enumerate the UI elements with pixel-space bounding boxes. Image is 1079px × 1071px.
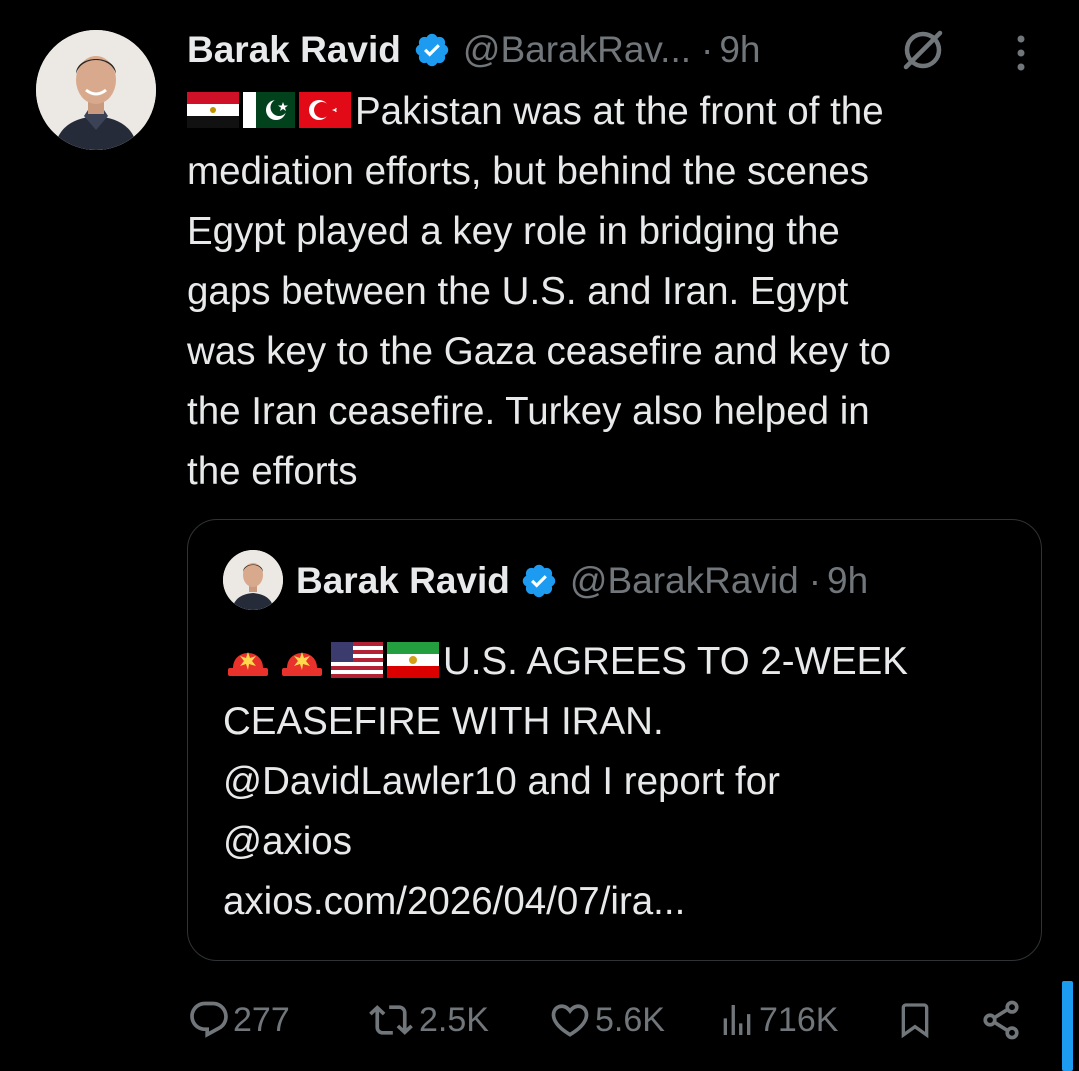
quoted-avatar-photo: [223, 550, 283, 610]
reply-button[interactable]: 277: [187, 995, 290, 1045]
grok-icon[interactable]: [899, 26, 947, 74]
tweet-text: Pakistan was at the front of the mediati…: [187, 82, 1047, 502]
quoted-author-handle[interactable]: @BarakRavid: [570, 560, 799, 602]
verified-badge-icon[interactable]: [520, 562, 558, 600]
share-icon: [983, 1000, 1019, 1040]
us-flag-icon: [331, 642, 383, 678]
like-button[interactable]: 5.6K: [547, 995, 665, 1045]
quoted-timestamp[interactable]: 9h: [827, 560, 868, 602]
like-count: 5.6K: [595, 1000, 665, 1039]
quoted-line: U.S. AGREES TO 2-WEEK: [223, 632, 1023, 692]
more-options-icon[interactable]: [1009, 32, 1033, 74]
tweet-line: Egypt played a key role in bridging the: [187, 210, 840, 253]
tweet-line: the efforts: [187, 450, 358, 493]
tweet-header: Barak Ravid @BarakRav... · 9h: [187, 22, 1047, 78]
tweet-line-text: Pakistan was at the front of the: [355, 90, 884, 133]
quoted-tweet-header: Barak Ravid @BarakRavid · 9h: [296, 551, 868, 611]
repost-icon: [369, 1005, 413, 1035]
iran-flag-icon: [387, 642, 439, 678]
quoted-line-text: U.S. AGREES TO 2-WEEK: [443, 640, 908, 683]
quoted-avatar[interactable]: [223, 550, 283, 610]
tweet-line: Pakistan was at the front of the: [187, 82, 1047, 142]
action-bar: 277 2.5K 5.6K 716K: [187, 995, 1047, 1045]
views-chart-icon: [723, 1005, 751, 1035]
avatar[interactable]: [36, 30, 156, 150]
bookmark-icon: [901, 1003, 929, 1039]
quoted-link[interactable]: axios.com/2026/04/07/ira...: [223, 872, 1023, 932]
quoted-author-name[interactable]: Barak Ravid: [296, 560, 510, 602]
avatar-photo: [36, 30, 156, 150]
scrollbar-thumb[interactable]: [1062, 981, 1073, 1071]
quoted-tweet-text: U.S. AGREES TO 2-WEEK CEASEFIRE WITH IRA…: [223, 632, 1023, 932]
tweet-line: gaps between the U.S. and Iran. Egypt: [187, 270, 849, 313]
quoted-mention-line[interactable]: @axios: [223, 812, 1023, 872]
quoted-tweet-card[interactable]: Barak Ravid @BarakRavid · 9h U.S. AGREES…: [187, 519, 1042, 961]
tweet-timestamp[interactable]: 9h: [719, 29, 760, 71]
siren-emoji-icon: [282, 652, 322, 676]
author-name[interactable]: Barak Ravid: [187, 29, 401, 71]
tweet-line: was key to the Gaza ceasefire and key to: [187, 330, 892, 373]
tweet-line: mediation efforts, but behind the scenes: [187, 150, 870, 193]
share-button[interactable]: [979, 995, 1025, 1045]
verified-badge-icon[interactable]: [413, 31, 451, 69]
quoted-line: CEASEFIRE WITH IRAN.: [223, 700, 664, 743]
repost-count: 2.5K: [419, 1000, 489, 1039]
author-handle[interactable]: @BarakRav...: [463, 29, 691, 71]
reply-icon: [190, 1001, 228, 1038]
bookmark-button[interactable]: [895, 995, 937, 1045]
repost-button[interactable]: 2.5K: [365, 995, 489, 1045]
separator-dot: ·: [701, 29, 714, 70]
turkey-flag-icon: [299, 92, 351, 128]
separator-dot: ·: [808, 560, 822, 601]
tweet-line: the Iran ceasefire. Turkey also helped i…: [187, 390, 870, 433]
egypt-flag-icon: [187, 92, 239, 128]
reply-count: 277: [233, 1000, 290, 1039]
siren-emoji-icon: [228, 652, 268, 676]
views-button[interactable]: 716K: [717, 995, 838, 1045]
quoted-mention-line[interactable]: @DavidLawler10 and I report for: [223, 752, 1023, 812]
heart-icon: [551, 1004, 589, 1037]
pakistan-flag-icon: [243, 92, 295, 128]
views-count: 716K: [759, 1000, 839, 1039]
